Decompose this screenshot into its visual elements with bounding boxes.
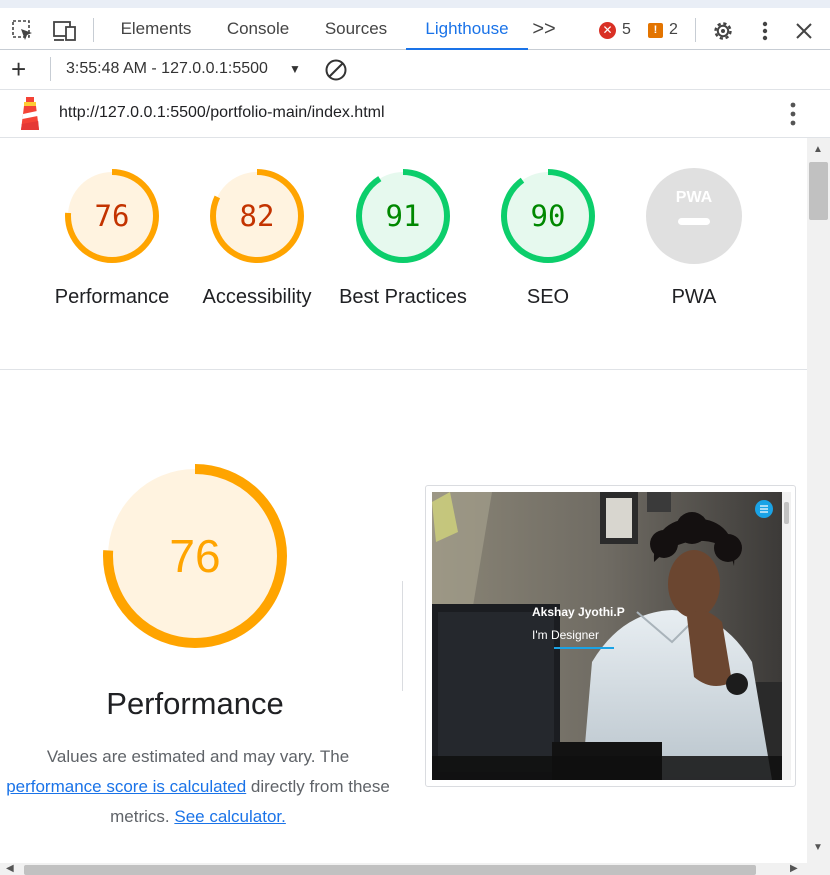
scrollbar-thumb[interactable] [809,162,828,220]
pwa-badge-icon: PWA [646,168,742,264]
scrollbar-thumb[interactable] [24,865,756,875]
errors-count: 5 [622,21,631,38]
more-options-icon[interactable] [752,18,778,44]
page-screenshot-image: Akshay Jyothi.P I'm Designer [432,492,782,780]
lighthouse-logo-icon [16,95,44,133]
description-text: metrics. [110,807,175,826]
description-line: performance score is calculated directly… [0,772,404,802]
final-screenshot[interactable]: Akshay Jyothi.P I'm Designer [425,485,796,787]
gauge-label: PWA [671,286,717,308]
performance-title: Performance [106,686,284,721]
tab-lighthouse[interactable]: Lighthouse [406,8,528,50]
description-text: directly from these [246,777,390,796]
gauge-performance[interactable]: 76 Performance [55,168,169,308]
svg-text:PWA: PWA [676,189,713,206]
gear-icon[interactable] [710,18,736,44]
performance-gauge-large: 76 [103,464,287,648]
report-menu-icon[interactable] [783,100,803,128]
svg-text:76: 76 [95,199,130,233]
warning-icon: ! [648,22,663,38]
lighthouse-toolbar: + 3:55:48 AM - 127.0.0.1:5500 ▼ [0,50,830,90]
toolbar-separator [50,57,51,81]
gauge-ring: 90 [501,169,595,263]
report-selector[interactable]: 3:55:48 AM - 127.0.0.1:5500 [66,60,268,78]
description-line: metrics. See calculator. [0,802,404,832]
svg-text:Akshay Jyothi.P: Akshay Jyothi.P [532,605,625,619]
scroll-left-icon[interactable]: ◀ [6,863,14,874]
gauge-seo[interactable]: 90 SEO [500,168,596,308]
report-content: 76 Performance 82 Accessibility 91 Best … [0,138,807,863]
gauge-accessibility[interactable]: 82 Accessibility [203,168,311,308]
gauge-ring: 76 [65,169,159,263]
description-line: Values are estimated and may vary. The [0,742,404,772]
tabbar-separator [695,18,696,42]
errors-badge[interactable]: ✕ 5 [599,20,631,40]
svg-text:76: 76 [169,530,220,582]
description-text: Values are estimated and may vary. The [46,747,350,766]
gauge-ring: 82 [210,169,304,263]
svg-text:82: 82 [240,199,275,233]
warnings-count: 2 [669,21,678,38]
svg-text:91: 91 [386,199,421,233]
warnings-badge[interactable]: ! 2 [648,20,678,40]
scroll-right-icon[interactable]: ▶ [790,863,798,874]
devtools-tabbar: Elements Console Sources Lighthouse >> ✕… [0,0,830,50]
scrollbar-thumb [784,502,789,524]
gauge-ring: 91 [356,169,450,263]
svg-text:90: 90 [531,199,566,233]
scroll-down-icon[interactable]: ▼ [813,842,823,853]
device-toolbar-icon[interactable] [52,18,78,44]
tabbar-separator [93,18,94,42]
close-icon[interactable] [791,18,817,44]
section-divider [0,369,807,370]
see-calculator-link[interactable]: See calculator. [174,807,286,826]
performance-description: Values are estimated and may vary. The p… [0,742,404,832]
gauge-label: Accessibility [202,286,312,308]
chevron-down-icon[interactable]: ▼ [289,62,301,76]
screenshot-scrollbar [782,492,791,780]
horizontal-scrollbar[interactable]: ◀ ▶ [0,863,830,875]
report-urlbar: http://127.0.0.1:5500/portfolio-main/ind… [0,90,830,138]
inspect-element-icon[interactable] [10,18,36,44]
vertical-divider [402,581,403,691]
clear-icon[interactable] [324,58,348,82]
tab-elements[interactable]: Elements [110,8,202,50]
error-icon: ✕ [599,21,616,39]
svg-text:I'm Designer: I'm Designer [532,628,599,642]
tab-sources[interactable]: Sources [314,8,398,50]
more-tabs-icon[interactable]: >> [530,8,558,50]
new-report-icon[interactable]: + [11,56,26,82]
gauge-pwa[interactable]: PWA PWA [646,168,742,308]
score-calculation-link[interactable]: performance score is calculated [6,777,246,796]
tab-console[interactable]: Console [214,8,302,50]
vertical-scrollbar[interactable]: ▲ ▼ [807,138,830,863]
gauge-best-practices[interactable]: 91 Best Practices [339,168,467,308]
scroll-up-icon[interactable]: ▲ [813,144,823,155]
report-url: http://127.0.0.1:5500/portfolio-main/ind… [59,104,385,121]
